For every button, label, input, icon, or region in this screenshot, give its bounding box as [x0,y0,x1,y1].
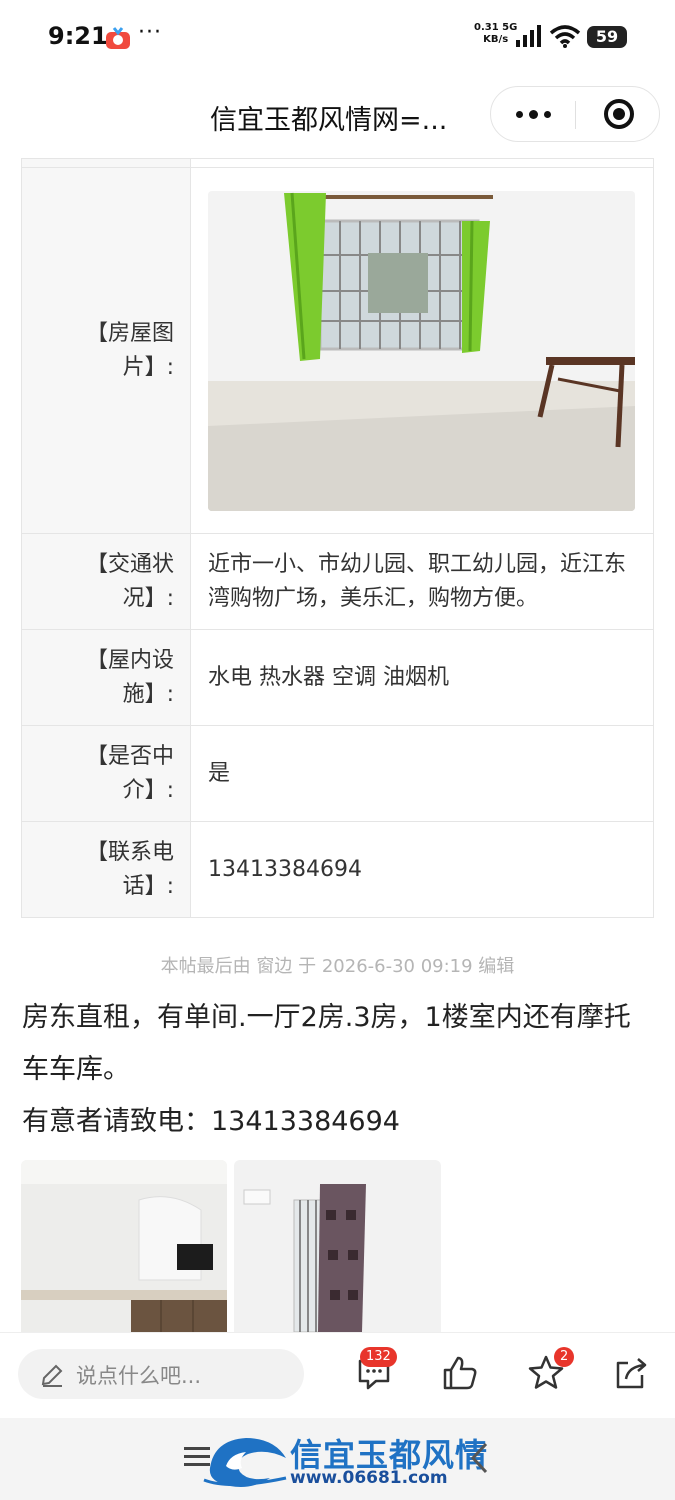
close-target-icon[interactable] [604,99,634,129]
share-icon [616,1358,647,1389]
battery-icon: 59 [587,26,627,48]
status-time: 9:21 [48,22,108,50]
favorite-count-badge: 2 [554,1347,575,1367]
row-label-agent: 【是否中介】: [21,725,191,822]
comment-placeholder: 说点什么吧... [76,1364,202,1388]
status-bar: 9:21 ··· 0.31 5G KB/s 59 [0,0,675,76]
row-label-traffic: 【交通状况】: [21,533,191,630]
table-row: 【屋内设施】: 水电 热水器 空调 油烟机 [21,629,654,726]
row-label-phone: 【联系电话】: [21,821,191,918]
title-bar: 信宜玉都风情网=... [0,76,675,158]
comment-input[interactable]: 说点什么吧... [18,1349,304,1399]
row-label-photos: 【房屋图片】: [21,167,191,534]
back-chevron-icon[interactable] [468,1440,490,1476]
table-row: 【联系电话】: 13413384694 [21,821,654,918]
table-row: 【交通状况】: 近市一小、市幼儿园、职工幼儿园，近江东湾购物广场，美乐汇，购物方… [21,533,654,630]
more-icon[interactable] [491,87,575,141]
edit-note: 本帖最后由 窗边 于 2026-6-30 09:19 编辑 [160,956,515,977]
comments-button[interactable]: 132 [354,1347,397,1393]
signal-icon [516,25,541,47]
table-row [21,158,654,168]
post-text-line: 房东直租，有单间.一厅2房.3房，1楼室内还有摩托车车库。 [22,1002,631,1085]
table-row: 【房屋图片】: [21,167,654,534]
site-logo-icon [203,1438,287,1487]
row-value-facilities: 水电 热水器 空调 油烟机 [190,629,654,726]
row-value-phone[interactable]: 13413384694 [190,821,654,918]
row-label-facilities: 【屋内设施】: [21,629,191,726]
favorite-button[interactable]: 2 [526,1347,575,1393]
post-phone-line[interactable]: 有意者请致电：13413384694 [22,1096,652,1148]
app-notification-icon [106,27,130,49]
network-speed: 0.31 5G KB/s [474,22,518,45]
page-title: 信宜玉都风情网=... [210,105,448,136]
miniprogram-capsule [490,86,660,142]
like-button[interactable] [440,1353,480,1393]
site-footer: 信宜玉都风情 www.06681.com [0,1418,675,1500]
house-info-table: 【房屋图片】: 【交通状况】: 近市一小、市幼儿园、职工幼儿园，近江东湾购物广场… [21,158,654,918]
kitchen-photo-thumbnail[interactable] [21,1160,227,1332]
room-photo[interactable] [208,190,635,511]
status-more-dots: ··· [138,20,162,45]
share-button[interactable] [612,1353,652,1393]
bottom-action-bar: 说点什么吧... 132 2 [0,1332,675,1418]
site-url[interactable]: www.06681.com [290,1468,448,1488]
row-value-photos [190,167,654,534]
capsule-divider [575,101,576,129]
wifi-icon [549,25,581,48]
table-row: 【是否中介】: 是 [21,725,654,822]
post-body: 房东直租，有单间.一厅2房.3房，1楼室内还有摩托车车库。 有意者请致电：134… [22,992,652,1148]
pencil-icon [41,1364,63,1387]
thumbs-up-icon [443,1356,477,1390]
bedroom-photo-thumbnail[interactable] [234,1160,441,1332]
comment-count-badge: 132 [360,1347,397,1367]
row-value-agent: 是 [190,725,654,822]
row-value-traffic: 近市一小、市幼儿园、职工幼儿园，近江东湾购物广场，美乐汇，购物方便。 [190,533,654,630]
